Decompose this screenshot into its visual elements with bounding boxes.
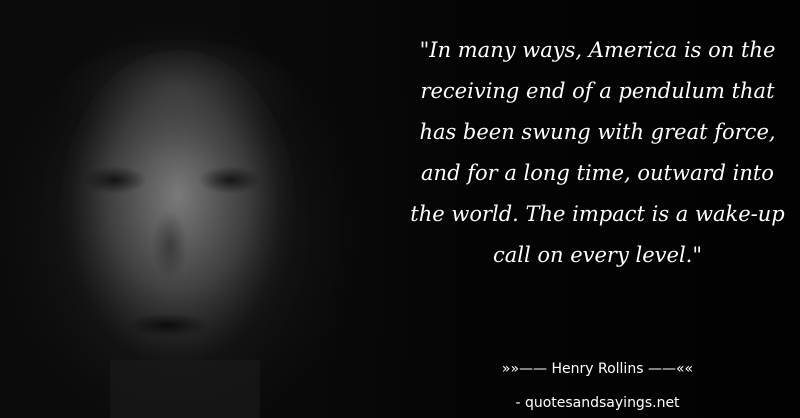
quote-card: "In many ways, America is on the receivi…	[0, 0, 800, 418]
quote-text: "In many ways, America is on the receivi…	[410, 38, 785, 267]
author-attribution: »»—— Henry Rollins ——««	[501, 361, 694, 377]
portrait-face-image	[60, 40, 300, 418]
site-credit: - quotesandsayings.net	[515, 395, 680, 411]
